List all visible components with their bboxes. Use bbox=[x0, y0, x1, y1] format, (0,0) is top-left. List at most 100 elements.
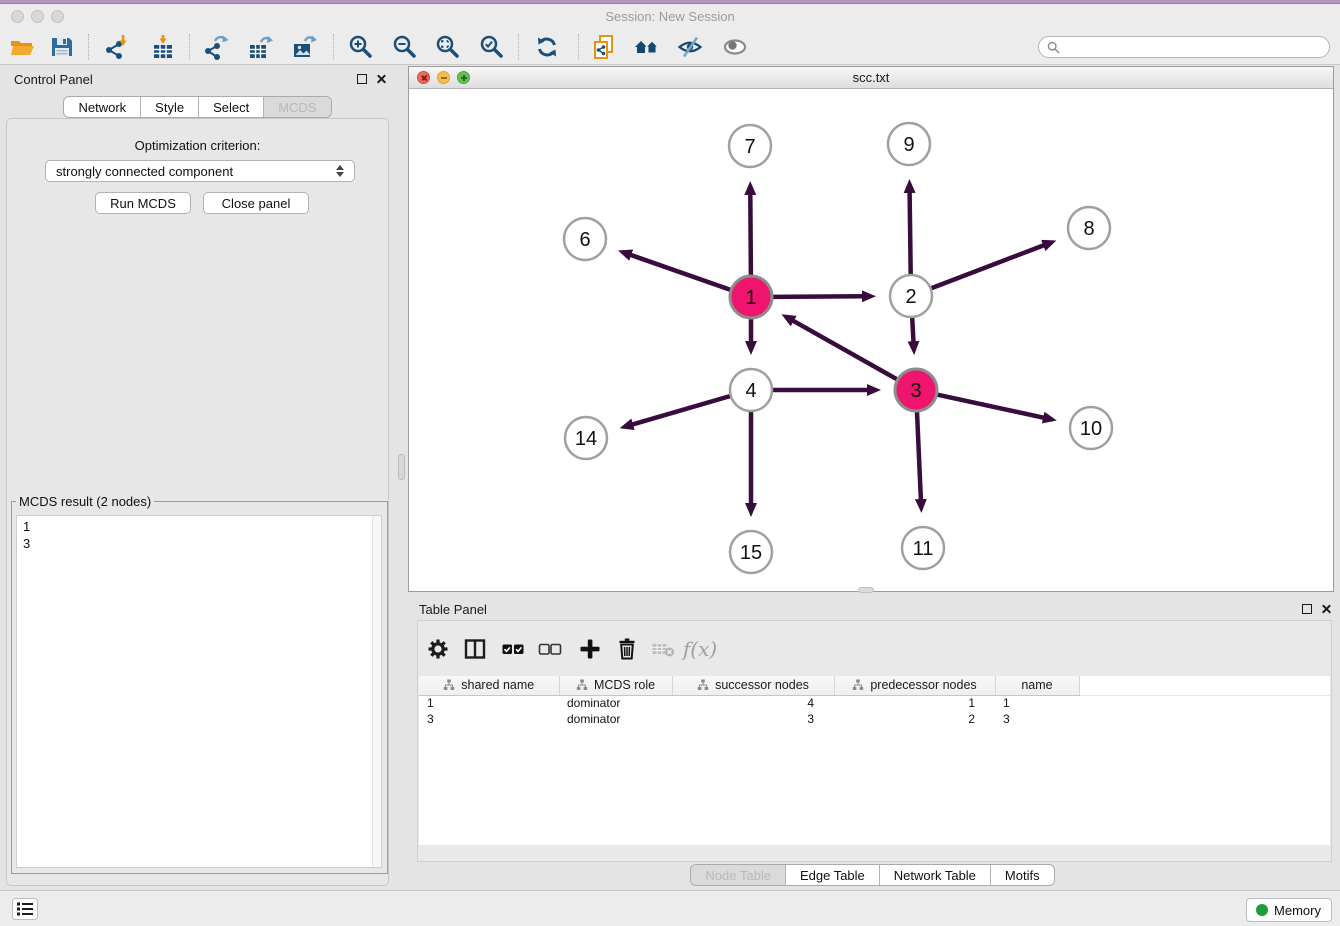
select-stepper-icon bbox=[336, 165, 344, 177]
graph-edge-1-2[interactable] bbox=[773, 296, 863, 297]
zoom-in-icon[interactable] bbox=[344, 32, 378, 62]
add-row-icon[interactable] bbox=[574, 633, 606, 665]
function-builder-icon[interactable]: f(x) bbox=[684, 633, 716, 665]
first-neighbors-icon[interactable] bbox=[630, 32, 664, 62]
toolbar-separator bbox=[88, 34, 89, 60]
column-header-successor-nodes[interactable]: successor nodes bbox=[672, 676, 834, 695]
refresh-view-icon[interactable] bbox=[530, 32, 564, 62]
mcds-result-box[interactable]: 1 3 bbox=[16, 515, 382, 868]
select-all-icon[interactable] bbox=[497, 633, 529, 665]
column-header-filler bbox=[1079, 676, 1330, 695]
column-header-MCDS-role[interactable]: MCDS role bbox=[559, 676, 672, 695]
cell-shared-name[interactable]: 1 bbox=[419, 695, 559, 711]
memory-button[interactable]: Memory bbox=[1246, 898, 1332, 922]
tab-mcds[interactable]: MCDS bbox=[263, 97, 330, 117]
column-header-name[interactable]: name bbox=[995, 676, 1079, 695]
fx-label: f(x) bbox=[683, 637, 717, 661]
float-table-panel-icon[interactable] bbox=[1302, 604, 1312, 614]
zoom-selected-icon[interactable] bbox=[475, 32, 509, 62]
graph-edge-2-9[interactable] bbox=[910, 192, 911, 274]
cell-predecessor-nodes[interactable]: 1 bbox=[834, 695, 995, 711]
attribute-tree-icon bbox=[443, 679, 455, 691]
zoom-out-icon[interactable] bbox=[388, 32, 422, 62]
search-input[interactable] bbox=[1065, 40, 1321, 55]
close-table-panel-icon[interactable] bbox=[1321, 603, 1332, 614]
tab-network[interactable]: Network bbox=[64, 97, 140, 117]
float-panel-icon[interactable] bbox=[357, 74, 367, 84]
cell-name[interactable]: 1 bbox=[995, 695, 1079, 711]
network-canvas[interactable]: 7968124314101511 bbox=[409, 89, 1333, 591]
main-toolbar bbox=[0, 29, 1340, 65]
open-session-icon[interactable] bbox=[5, 32, 39, 62]
show-column-icon[interactable] bbox=[459, 633, 491, 665]
graph-edge-1-7[interactable] bbox=[750, 194, 751, 275]
close-panel-icon[interactable] bbox=[376, 73, 387, 84]
save-session-icon[interactable] bbox=[45, 32, 79, 62]
graph-edge-3-11[interactable] bbox=[917, 412, 921, 500]
optimization-criterion-label: Optimization criterion: bbox=[7, 138, 388, 153]
list-icon bbox=[16, 901, 34, 917]
graph-node-label: 1 bbox=[745, 287, 756, 309]
status-bar: Memory bbox=[0, 890, 1340, 926]
close-panel-button[interactable]: Close panel bbox=[203, 192, 309, 214]
task-list-button[interactable] bbox=[12, 898, 38, 920]
graph-node-label: 3 bbox=[910, 380, 921, 402]
export-table-icon[interactable] bbox=[243, 32, 277, 62]
control-panel-tabs: NetworkStyleSelectMCDS bbox=[63, 96, 331, 118]
vertical-splitter-handle[interactable] bbox=[398, 454, 405, 480]
column-header-shared-name[interactable]: shared name bbox=[419, 676, 559, 695]
optimization-criterion-select[interactable]: strongly connected component bbox=[45, 160, 355, 182]
cell-shared-name[interactable]: 3 bbox=[419, 711, 559, 727]
graph-edge-2-8[interactable] bbox=[932, 245, 1045, 288]
cell-filler bbox=[1079, 711, 1330, 727]
import-table-icon[interactable] bbox=[146, 32, 180, 62]
show-all-icon[interactable] bbox=[718, 32, 752, 62]
export-network-icon[interactable] bbox=[199, 32, 233, 62]
graph-edge-3-10[interactable] bbox=[938, 395, 1045, 418]
memory-label: Memory bbox=[1274, 903, 1321, 918]
graph-edge-1-6[interactable] bbox=[630, 255, 730, 290]
graph-node-label: 8 bbox=[1083, 218, 1094, 240]
tab-select[interactable]: Select bbox=[198, 97, 263, 117]
mcds-tab-pane: Optimization criterion: strongly connect… bbox=[6, 118, 389, 886]
tab-network-table[interactable]: Network Table bbox=[879, 865, 990, 885]
table-row[interactable]: 3dominator323 bbox=[419, 711, 1330, 727]
network-from-selection-icon[interactable] bbox=[587, 32, 621, 62]
graph-node-label: 6 bbox=[579, 229, 590, 251]
tab-style[interactable]: Style bbox=[140, 97, 198, 117]
table-row[interactable]: 1dominator411 bbox=[419, 695, 1330, 711]
graph-edge-3-1[interactable] bbox=[793, 321, 897, 380]
memory-status-icon bbox=[1256, 904, 1268, 916]
cell-predecessor-nodes[interactable]: 2 bbox=[834, 711, 995, 727]
run-mcds-button[interactable]: Run MCDS bbox=[95, 192, 191, 214]
cell-name[interactable]: 3 bbox=[995, 711, 1079, 727]
graph-node-label: 14 bbox=[575, 428, 597, 450]
cell-MCDS-role[interactable]: dominator bbox=[559, 695, 672, 711]
search-icon bbox=[1047, 41, 1060, 54]
deselect-all-icon[interactable] bbox=[534, 633, 566, 665]
result-scrollbar[interactable] bbox=[372, 516, 381, 867]
graph-node-label: 9 bbox=[903, 134, 914, 156]
node-table: shared name MCDS role successor nodes pr… bbox=[419, 676, 1330, 845]
import-network-icon[interactable] bbox=[99, 32, 133, 62]
mcds-result-title: MCDS result (2 nodes) bbox=[16, 494, 154, 509]
tab-edge-table[interactable]: Edge Table bbox=[785, 865, 879, 885]
cell-successor-nodes[interactable]: 4 bbox=[672, 695, 834, 711]
hide-selected-icon[interactable] bbox=[673, 32, 707, 62]
tab-motifs[interactable]: Motifs bbox=[990, 865, 1054, 885]
cell-MCDS-role[interactable]: dominator bbox=[559, 711, 672, 727]
graph-edge-2-3[interactable] bbox=[912, 318, 913, 342]
column-header-predecessor-nodes[interactable]: predecessor nodes bbox=[834, 676, 995, 695]
horizontal-splitter-handle[interactable] bbox=[858, 587, 874, 593]
zoom-fit-icon[interactable] bbox=[431, 32, 465, 62]
delete-row-icon[interactable] bbox=[611, 633, 643, 665]
tab-node-table[interactable]: Node Table bbox=[691, 865, 785, 885]
network-window-titlebar: scc.txt bbox=[409, 67, 1333, 89]
cell-successor-nodes[interactable]: 3 bbox=[672, 711, 834, 727]
delete-table-icon[interactable] bbox=[647, 633, 679, 665]
graph-edge-4-14[interactable] bbox=[632, 396, 730, 425]
attribute-tree-icon bbox=[852, 679, 864, 691]
table-panel: Table Panel bbox=[405, 595, 1340, 890]
export-image-icon[interactable] bbox=[287, 32, 321, 62]
table-settings-gear-icon[interactable] bbox=[422, 633, 454, 665]
